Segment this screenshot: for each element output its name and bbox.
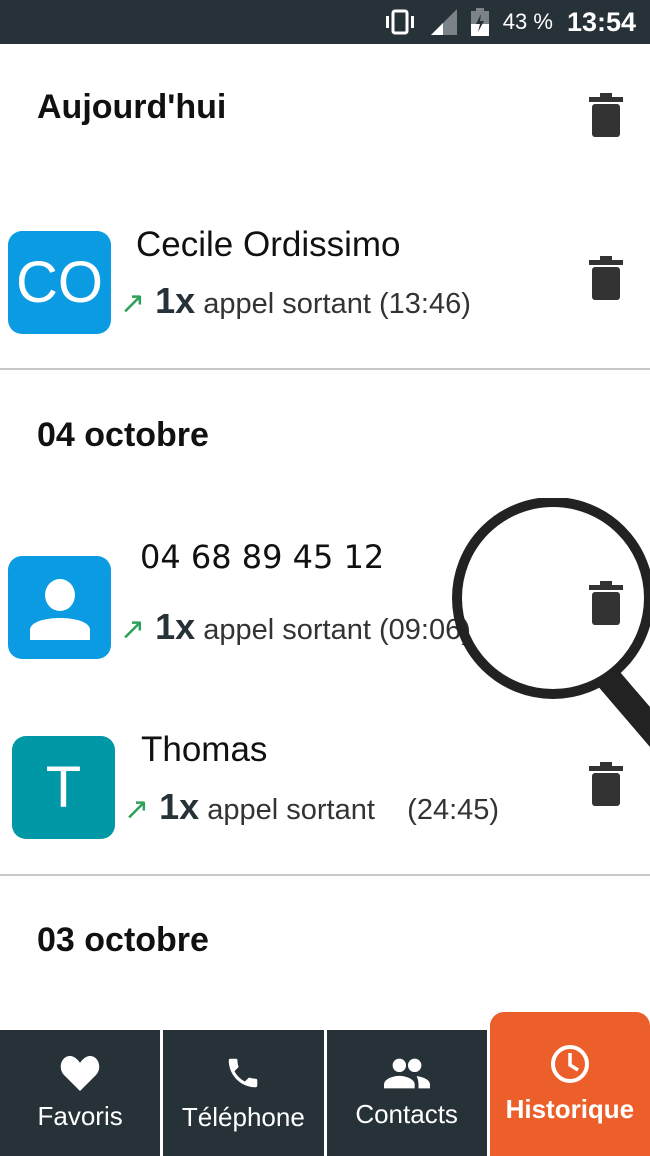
battery-percent: 43 %: [502, 9, 553, 34]
trash-icon: [589, 256, 623, 300]
nav-telephone[interactable]: Téléphone: [163, 1030, 327, 1156]
trash-icon: [589, 762, 623, 806]
vibrate-icon: [385, 9, 414, 35]
trash-icon: [589, 93, 623, 137]
avatar[interactable]: T: [12, 736, 115, 839]
battery-charging-icon: [470, 8, 489, 36]
clock-icon: [550, 1044, 589, 1083]
phone-icon: [229, 1058, 258, 1087]
magnifier-icon: [452, 498, 650, 747]
outgoing-call-icon: ↗: [124, 793, 150, 826]
clock: 13:54: [566, 6, 636, 37]
call-detail: ↗ 1x appel sortant (13:46): [120, 280, 471, 321]
person-icon: [29, 578, 90, 640]
divider: [0, 874, 650, 876]
divider: [0, 368, 650, 370]
contact-name[interactable]: Cecile Ordissimo: [136, 225, 401, 265]
section-header-today: Aujourd'hui: [37, 88, 227, 126]
section-header-oct4: 04 octobre: [37, 416, 209, 454]
call-detail: ↗ 1x appel sortant (24:45): [124, 786, 500, 827]
contact-name[interactable]: Thomas: [141, 730, 267, 770]
outgoing-call-icon: ↗: [120, 287, 146, 320]
contact-number[interactable]: 04 68 89 45 12: [140, 538, 384, 576]
nav-historique[interactable]: Historique: [489, 1012, 650, 1156]
heart-icon: [60, 1055, 100, 1091]
signal-icon: [430, 9, 457, 35]
avatar[interactable]: [8, 556, 111, 659]
call-detail: ↗ 1x appel sortant (09:06): [120, 606, 471, 647]
nav-contacts[interactable]: Contacts: [327, 1030, 490, 1156]
nav-favoris[interactable]: Favoris: [0, 1030, 164, 1156]
bottom-nav: Favoris Téléphone Contacts Historique: [0, 1012, 650, 1156]
delete-call-button[interactable]: [589, 762, 623, 806]
delete-section-button[interactable]: [589, 93, 623, 137]
section-header-oct3: 03 octobre: [37, 921, 209, 959]
avatar[interactable]: CO: [8, 231, 111, 334]
outgoing-call-icon: ↗: [120, 613, 146, 646]
status-bar: 43 % 13:54: [0, 0, 650, 44]
delete-call-button[interactable]: [589, 256, 623, 300]
contacts-icon: [383, 1058, 430, 1088]
